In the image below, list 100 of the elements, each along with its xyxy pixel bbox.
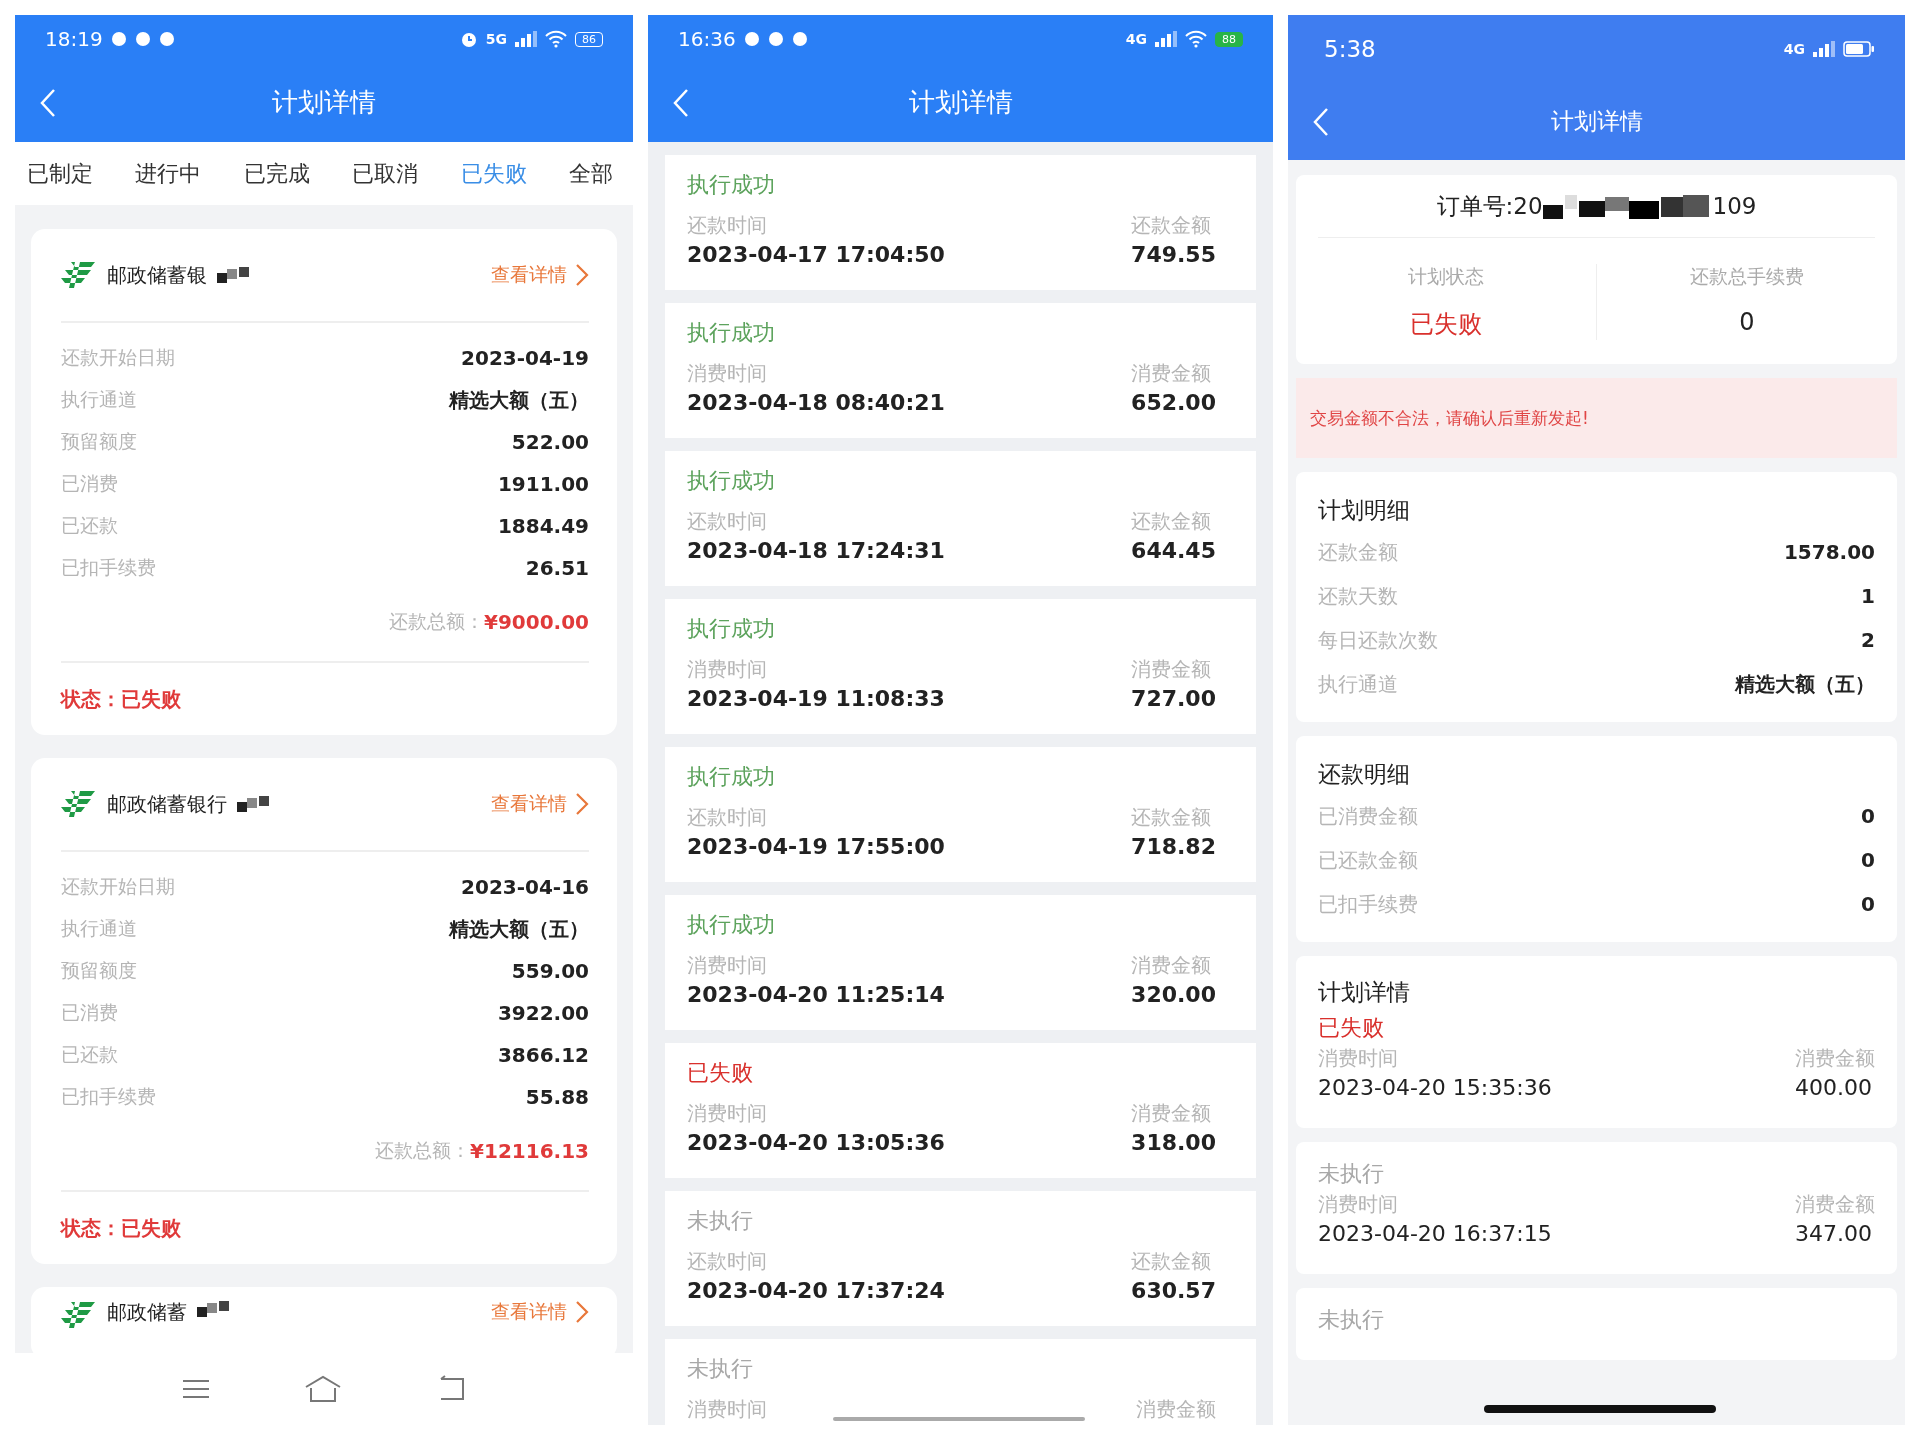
time-label: 消费时间 <box>687 952 768 979</box>
bank-name: 邮政储蓄银行 <box>107 790 227 818</box>
field-label: 执行通道 <box>61 916 137 941</box>
field-label: 已还款 <box>61 513 118 538</box>
record-amount: 320.00 <box>1131 981 1216 1009</box>
field-value: 0 <box>1861 848 1875 872</box>
battery-indicator: 88 <box>1215 31 1243 47</box>
wifi-icon <box>545 30 567 48</box>
field-label: 已扣手续费 <box>61 555 156 580</box>
summary-value: 已失败 <box>1410 309 1482 340</box>
field-label: 还款金额 <box>1318 538 1398 566</box>
amount-label: 消费金额 <box>1795 1191 1875 1218</box>
error-message: 交易金额不合法，请确认后重新发起! <box>1310 406 1589 430</box>
field-value: 1884.49 <box>497 514 589 538</box>
time-label: 消费时间 <box>687 1396 767 1423</box>
field-value: 1911.00 <box>497 472 589 496</box>
battery-indicator: 86 <box>575 31 603 47</box>
redaction-mosaic <box>197 1299 231 1319</box>
record-time: 2023-04-18 08:40:21 <box>687 389 945 417</box>
home-icon[interactable] <box>303 1374 343 1404</box>
notification-icon <box>767 31 784 47</box>
signal-icon <box>515 31 537 47</box>
field-label: 已消费 <box>61 1000 118 1025</box>
postal-logo-icon <box>61 259 97 291</box>
field-value: 1 <box>1861 584 1875 608</box>
status-time: 18:19 <box>45 27 103 51</box>
field-label: 已还款 <box>61 1042 118 1067</box>
chevron-right-icon <box>575 263 589 287</box>
record-time: 2023-04-20 17:37:24 <box>687 1277 945 1305</box>
field-value: 0 <box>1861 892 1875 916</box>
menu-icon[interactable] <box>181 1378 211 1400</box>
field-value: 1578.00 <box>1783 540 1875 564</box>
plan-status: 状态：已失败 <box>61 1214 181 1242</box>
status-tab[interactable]: 已制定 <box>27 158 93 189</box>
summary-label: 还款总手续费 <box>1690 264 1804 289</box>
record-amount: 318.00 <box>1131 1129 1216 1157</box>
plan-status: 状态：已失败 <box>61 685 181 713</box>
field-label: 已消费 <box>61 471 118 496</box>
record-time: 2023-04-17 17:04:50 <box>687 241 945 269</box>
signal-icon <box>1813 41 1835 57</box>
chevron-right-icon <box>575 792 589 816</box>
battery-icon <box>1843 41 1875 57</box>
status-tab[interactable]: 已取消 <box>352 158 419 189</box>
amount-label: 消费金额 <box>1795 1045 1875 1072</box>
time-label: 还款时间 <box>687 212 768 239</box>
record-time: 2023-04-19 17:55:00 <box>687 833 945 861</box>
amount-label: 还款金额 <box>1131 1248 1213 1275</box>
field-label: 还款天数 <box>1318 582 1398 610</box>
field-label: 执行通道 <box>61 387 137 412</box>
amount-label: 消费金额 <box>1131 656 1213 683</box>
field-label: 每日还款次数 <box>1318 626 1438 654</box>
status-tab[interactable]: 全部 <box>568 158 613 189</box>
notification-icon <box>158 31 175 47</box>
total-amount: ¥12116.13 <box>470 1139 589 1163</box>
field-label: 还款开始日期 <box>61 874 175 899</box>
back-icon[interactable] <box>672 87 690 118</box>
record-time: 2023-04-20 16:37:15 <box>1318 1220 1552 1248</box>
field-label: 已扣手续费 <box>1318 890 1418 918</box>
notification-icon <box>743 31 760 47</box>
time-label: 还款时间 <box>687 1248 768 1275</box>
redaction-mosaic <box>237 794 271 814</box>
network-type: 4G <box>1783 41 1805 57</box>
back-icon[interactable] <box>39 87 57 118</box>
network-type: 4G <box>1125 31 1147 47</box>
total-label: 还款总额： <box>375 1138 471 1163</box>
record-amount: 347.00 <box>1795 1220 1873 1248</box>
record-amount: 630.57 <box>1131 1277 1216 1305</box>
field-value: 2023-04-16 <box>461 875 589 899</box>
record-amount: 727.00 <box>1131 685 1216 713</box>
postal-logo-icon <box>61 1299 97 1331</box>
record-status: 未执行 <box>1318 1161 1384 1186</box>
field-label: 执行通道 <box>1318 670 1398 698</box>
record-amount: 652.00 <box>1131 389 1216 417</box>
record-amount: 644.45 <box>1131 537 1216 565</box>
field-label: 还款开始日期 <box>61 345 175 370</box>
amount-label: 消费金额 <box>1131 1100 1213 1127</box>
field-label: 已消费金额 <box>1318 802 1418 830</box>
back-icon[interactable] <box>1312 106 1330 137</box>
section-title: 计划详情 <box>1318 978 1411 1007</box>
order-number-suffix: 109 <box>1712 193 1757 219</box>
field-value: 559.00 <box>511 959 589 983</box>
field-value: 0 <box>1861 804 1875 828</box>
field-value: 精选大额（五） <box>449 386 589 414</box>
total-amount: ¥9000.00 <box>484 610 589 634</box>
field-label: 预留额度 <box>61 429 137 454</box>
section-title: 还款明细 <box>1318 760 1411 789</box>
record-amount: 718.82 <box>1131 833 1216 861</box>
network-type: 5G <box>485 31 507 47</box>
field-value: 522.00 <box>511 430 589 454</box>
amount-label: 还款金额 <box>1131 212 1213 239</box>
status-tab[interactable]: 进行中 <box>135 158 202 189</box>
amount-label: 还款金额 <box>1131 804 1213 831</box>
time-label: 消费时间 <box>1318 1191 1399 1218</box>
record-status: 执行成功 <box>687 467 776 495</box>
amount-label: 还款金额 <box>1131 508 1213 535</box>
chevron-right-icon <box>575 1300 589 1324</box>
field-value: 26.51 <box>525 556 589 580</box>
order-number-prefix: 订单号:20 <box>1436 191 1543 221</box>
record-time: 2023-04-19 11:08:33 <box>687 685 945 713</box>
status-tab[interactable]: 已完成 <box>243 158 310 189</box>
